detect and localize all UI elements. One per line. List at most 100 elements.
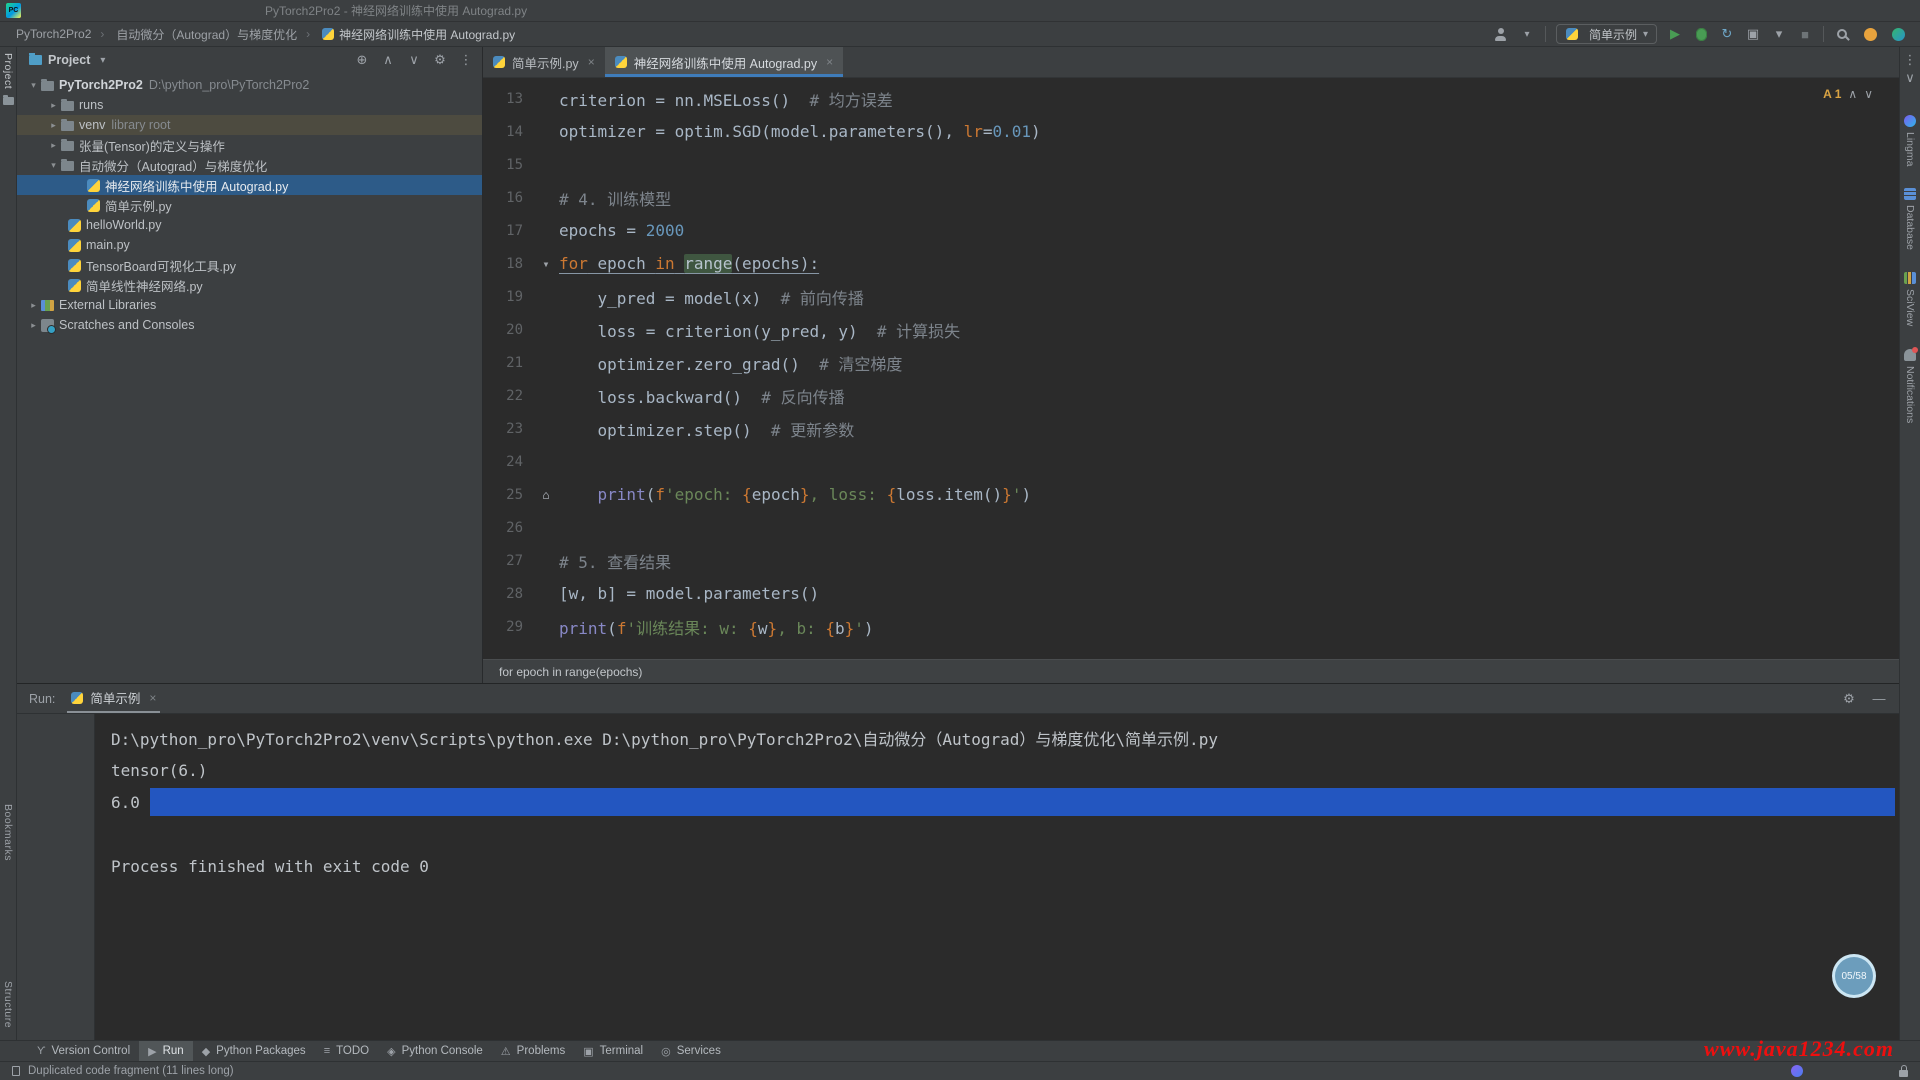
stripe-bookmarks-button[interactable]: Bookmarks (2, 804, 14, 861)
toolbar-icon[interactable]: ⋮ (458, 51, 474, 69)
tool-window-button[interactable]: ▶ Run (139, 1041, 193, 1061)
run-configuration-select[interactable]: 简单示例 ▾ (1556, 24, 1657, 44)
window-control-button[interactable] (1874, 0, 1920, 21)
editor-tab[interactable]: 神经网络训练中使用 Autograd.py × (605, 47, 843, 77)
stripe-project-button[interactable]: Project (2, 53, 14, 89)
project-tree-item[interactable]: main.py (17, 235, 482, 255)
tree-expand-icon[interactable]: ▸ (47, 100, 60, 111)
toolbar-icon[interactable]: ∨ (1902, 69, 1918, 87)
tool-window-button[interactable]: ◆ Python Packages (193, 1041, 315, 1061)
prev-warning-icon[interactable]: ∧ (1848, 87, 1857, 101)
console-line: D:\python_pro\PyTorch2Pro2\venv\Scripts\… (111, 722, 1899, 754)
toolbar-icon[interactable] (1862, 25, 1878, 43)
menu-item[interactable] (157, 0, 175, 21)
line-number: 21 (483, 355, 533, 371)
project-tree-item[interactable]: ▸ runs (17, 95, 482, 115)
next-warning-icon[interactable]: ∨ (1864, 87, 1873, 101)
project-tree-item[interactable]: ▾ PyTorch2Pro2 D:\python_pro\PyTorch2Pro… (17, 75, 482, 95)
menu-item[interactable] (193, 0, 211, 21)
toolbar-icon[interactable]: ■ (1797, 25, 1813, 43)
user-icon[interactable] (1493, 25, 1509, 43)
toolbar-icon[interactable]: ⚙ (432, 51, 448, 69)
toolbar-icon[interactable]: ∧ (380, 51, 396, 69)
user-caret-icon[interactable]: ▾ (1519, 25, 1535, 43)
tool-window-button[interactable]: ◎ Services (652, 1041, 730, 1061)
tool-window-button[interactable]: ▣ Terminal (574, 1041, 652, 1061)
project-tree-item[interactable]: 神经网络训练中使用 Autograd.py (17, 175, 482, 195)
menu-item[interactable] (49, 0, 67, 21)
tool-window-button[interactable]: ◈ Python Console (378, 1041, 492, 1061)
stripe-options-icons[interactable]: ⋮ ∨ (1900, 51, 1920, 87)
inspections-widget[interactable]: A 1 ∧ ∨ (1823, 87, 1873, 101)
tree-expand-icon[interactable]: ▸ (27, 320, 40, 331)
breadcrumb-item[interactable]: 自动微分（Autograd）与梯度优化 (93, 26, 299, 43)
menu-item[interactable] (211, 0, 229, 21)
project-tree-item[interactable]: ▾ 自动微分（Autograd）与梯度优化 (17, 155, 482, 175)
tree-expand-icon[interactable]: ▾ (47, 160, 60, 171)
code-text: optimizer.zero_grad() # 清空梯度 (559, 351, 902, 375)
toolbar-icon[interactable]: ⋮ (1902, 51, 1918, 69)
tab-close-icon[interactable]: × (149, 691, 156, 705)
project-tree-item[interactable]: ▸ External Libraries (17, 295, 482, 315)
stripe-button-icon (1904, 272, 1916, 284)
toolbar-icon[interactable]: ▣ (1745, 25, 1761, 43)
stripe-structure-button[interactable]: Structure (2, 981, 14, 1028)
toolbar-icon[interactable]: ▾ (1771, 25, 1787, 43)
project-tree-item[interactable]: 简单示例.py (17, 195, 482, 215)
breadcrumb-item[interactable]: PyTorch2Pro2 (14, 27, 93, 41)
gutter-icon[interactable]: ⌂ (533, 488, 559, 502)
sticky-line[interactable]: for epoch in range(epochs) (483, 659, 1899, 683)
code-text: # 4. 训练模型 (559, 186, 671, 210)
window-control-button[interactable] (1782, 0, 1828, 21)
toolbar-icon[interactable]: ⚙ (1841, 690, 1857, 708)
tab-close-icon[interactable]: × (588, 55, 595, 69)
menu-item[interactable] (103, 0, 121, 21)
right-stripe-button[interactable]: Database (1904, 188, 1916, 250)
code-editor[interactable]: 13 criterion = nn.MSELoss() # 均方误差 14 op… (483, 78, 1899, 659)
menu-item[interactable] (175, 0, 193, 21)
tool-window-button[interactable]: ≡ TODO (315, 1041, 378, 1061)
toolbar-icon[interactable] (1693, 25, 1709, 43)
editor-tab[interactable]: 简单示例.py × (483, 47, 605, 77)
project-panel-title[interactable]: Project ▾ (29, 53, 105, 67)
assistant-icon[interactable] (1791, 1065, 1803, 1077)
run-console[interactable]: D:\python_pro\PyTorch2Pro2\venv\Scripts\… (95, 714, 1899, 1040)
breadcrumb-item[interactable]: 神经网络训练中使用 Autograd.py (299, 26, 517, 43)
project-tree-item[interactable]: ▸ venv library root (17, 115, 482, 135)
toolbar-icon[interactable]: — (1871, 690, 1887, 708)
project-tree-item[interactable]: 简单线性神经网络.py (17, 275, 482, 295)
status-message[interactable]: Duplicated code fragment (11 lines long) (28, 1065, 234, 1077)
toolbar-icon[interactable]: ∨ (406, 51, 422, 69)
gutter-icon[interactable]: ▾ (533, 257, 559, 271)
toolbar-icon[interactable]: ▶ (1667, 25, 1683, 43)
tool-window-label: Terminal (600, 1045, 643, 1057)
tab-close-icon[interactable]: × (826, 55, 833, 69)
right-stripe-button[interactable]: SciView (1904, 272, 1916, 326)
project-tree-item[interactable]: ▸ Scratches and Consoles (17, 315, 482, 335)
window-control-button[interactable] (1828, 0, 1874, 21)
right-stripe-button[interactable]: Notifications (1904, 349, 1916, 423)
run-tab[interactable]: 简单示例 × (67, 684, 160, 713)
project-tree-item[interactable]: helloWorld.py (17, 215, 482, 235)
code-line: 19 y_pred = model(x) # 前向传播 (483, 280, 1899, 313)
tool-window-button[interactable]: ⚠ Problems (492, 1041, 574, 1061)
project-tree-item[interactable]: ▸ 张量(Tensor)的定义与操作 (17, 135, 482, 155)
toolbar-icon[interactable]: ↻ (1719, 25, 1735, 43)
tree-expand-icon[interactable]: ▸ (27, 300, 40, 311)
menu-item[interactable] (139, 0, 157, 21)
project-tree-item[interactable]: TensorBoard可视化工具.py (17, 255, 482, 275)
tool-window-button[interactable]: ϒ Version Control (28, 1041, 139, 1061)
tree-expand-icon[interactable]: ▸ (47, 120, 60, 131)
toolbar-icon[interactable] (1834, 25, 1850, 43)
right-stripe-button[interactable]: Lingma (1904, 115, 1916, 166)
toolbar-icon[interactable] (1890, 25, 1906, 43)
menu-item[interactable] (31, 0, 49, 21)
tree-expand-icon[interactable]: ▸ (47, 140, 60, 151)
lock-icon[interactable] (1899, 1070, 1908, 1077)
toolbar-icon[interactable]: ⊕ (354, 51, 370, 69)
tree-expand-icon[interactable]: ▾ (27, 80, 40, 91)
menu-item[interactable] (85, 0, 103, 21)
folder-icon[interactable] (3, 97, 14, 105)
menu-item[interactable] (67, 0, 85, 21)
menu-item[interactable] (121, 0, 139, 21)
